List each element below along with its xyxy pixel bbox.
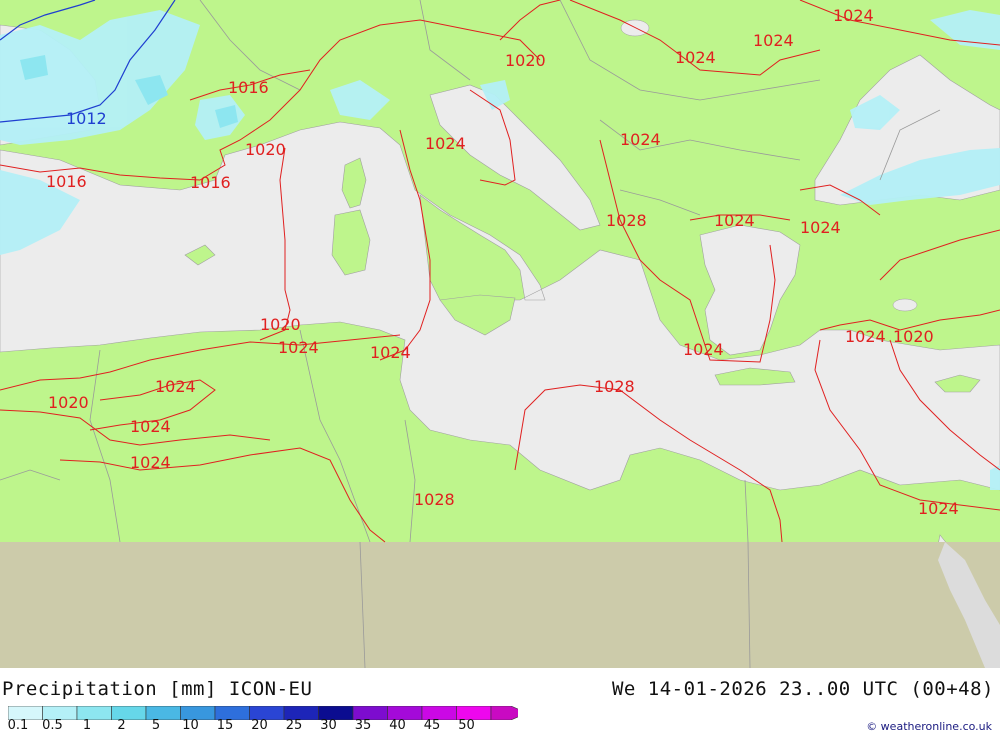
credit-text: © weatheronline.co.uk: [866, 720, 992, 733]
isobar-label: 1020: [893, 327, 934, 346]
isobar-label: 1024: [155, 377, 196, 396]
isobar-label: 1016: [46, 172, 87, 191]
weather-map-page: 1012 1016 1016 1016 1020 1020 1020 1020 …: [0, 0, 1000, 733]
legend-tick-label: 50: [458, 718, 475, 733]
legend-tick-label: 0.5: [42, 718, 63, 733]
isobar-label: 1028: [414, 490, 455, 509]
isobar-label: 1020: [260, 315, 301, 334]
isobar-label: 1024: [845, 327, 886, 346]
isobar-label: 1020: [245, 140, 286, 159]
isobar-label: 1020: [48, 393, 89, 412]
isobar-label: 1024: [675, 48, 716, 67]
legend-tick-label: 15: [216, 718, 234, 733]
isobar-label: 1024: [278, 338, 319, 357]
isobar-label: 1024: [800, 218, 841, 237]
map-footer: Precipitation [mm] ICON-EU We 14-01-2026…: [0, 668, 1000, 733]
legend-tick-label: 10: [182, 718, 199, 733]
legend-tick-label: 2: [117, 718, 126, 733]
isobar-label: 1020: [505, 51, 546, 70]
isobar-label: 1024: [370, 343, 411, 362]
legend-ticks: 0.1 0.5 1 2 5 10 15 20 25 30 35 40 45 50: [0, 718, 520, 733]
legend-tick-label: 5: [151, 718, 161, 733]
lake: [892, 298, 918, 312]
isobar-label: 1024: [130, 417, 171, 436]
isobar-label: 1016: [228, 78, 269, 97]
isobar-label: 1028: [594, 377, 635, 396]
legend-tick-label: 20: [251, 718, 268, 733]
isobar-label: 1028: [606, 211, 647, 230]
isobar-label: 1024: [918, 499, 959, 518]
isobar-label: 1024: [833, 6, 874, 25]
legend-tick-label: 0.1: [7, 718, 29, 733]
legend-tick-label: 30: [320, 718, 337, 733]
isobar-label: 1024: [753, 31, 794, 50]
isobar-label: 1024: [714, 211, 755, 230]
legend-tick-label: 1: [82, 718, 92, 733]
map-datetime: We 14-01-2026 23..00 UTC (00+48): [611, 678, 994, 700]
legend-tick-label: 40: [389, 718, 406, 733]
map-title: Precipitation [mm] ICON-EU: [2, 678, 313, 700]
isobar-label: 1024: [620, 130, 661, 149]
isobar-label: 1024: [130, 453, 171, 472]
legend-tick-label: 35: [354, 718, 372, 733]
legend-tick-label: 45: [423, 718, 441, 733]
isobar-label: 1024: [425, 134, 466, 153]
outside-domain: [0, 542, 1000, 668]
isobar-label: 1016: [190, 173, 231, 192]
isobar-label: 1024: [683, 340, 724, 359]
isobar-label: 1012: [66, 109, 107, 128]
precipitation-map: 1012 1016 1016 1016 1020 1020 1020 1020 …: [0, 0, 1000, 668]
legend-tick-label: 25: [285, 718, 303, 733]
